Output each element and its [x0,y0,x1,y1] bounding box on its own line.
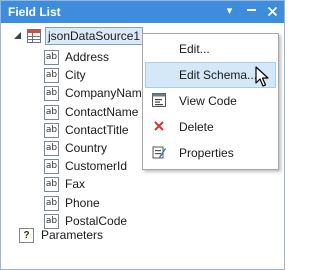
close-icon[interactable] [265,4,280,19]
menu-item-label: Properties [179,146,234,160]
context-menu: Edit... Edit Schema... View Code Delete [142,33,279,170]
field-node-label[interactable]: CustomerId [65,156,127,176]
field-node-label[interactable]: City [65,65,86,85]
text-field-icon: ab [44,196,59,211]
parameters-node-label[interactable]: Parameters [41,225,103,245]
collapse-triangle-icon[interactable] [13,31,22,40]
menu-item-view-code[interactable]: View Code [145,88,276,114]
field-node-label[interactable]: CompanyName [65,83,148,103]
field-list-panel: Field List ▾ jsonDataSource1 ab Address ab… [0,0,285,270]
title-bar: Field List ▾ [1,1,284,23]
text-field-icon: ab [44,86,59,101]
text-field-icon: ab [44,105,59,120]
menu-item-label: Delete [179,120,214,134]
dropdown-icon[interactable]: ▾ [222,4,237,19]
code-icon [152,93,166,107]
menu-item-label: View Code [179,94,237,108]
menu-item-properties[interactable]: Properties [145,140,276,166]
text-field-icon: ab [44,159,59,174]
menu-item-label: Edit Schema... [179,68,258,82]
properties-icon [152,146,166,159]
parameters-icon: ? [19,228,34,243]
field-node-label[interactable]: Fax [65,174,85,194]
field-node-label[interactable]: ContactName [65,102,138,122]
menu-item-edit[interactable]: Edit... [145,36,276,62]
text-field-icon: ab [44,50,59,65]
datasource-icon [27,29,41,43]
field-node-label[interactable]: Phone [65,193,100,213]
datasource-node-label[interactable]: jsonDataSource1 [45,27,144,45]
field-node-label[interactable]: Country [65,138,107,158]
field-node-label[interactable]: Address [65,47,109,67]
delete-icon [154,121,164,131]
mouse-cursor-icon [255,66,269,87]
menu-item-label: Edit... [179,42,210,56]
pin-icon[interactable] [244,4,259,19]
text-field-icon: ab [44,68,59,83]
text-field-icon: ab [44,177,59,192]
field-node-label[interactable]: ContactTitle [65,120,129,140]
menu-item-delete[interactable]: Delete [145,114,276,140]
text-field-icon: ab [44,123,59,138]
text-field-icon: ab [44,141,59,156]
panel-title: Field List [8,5,61,19]
